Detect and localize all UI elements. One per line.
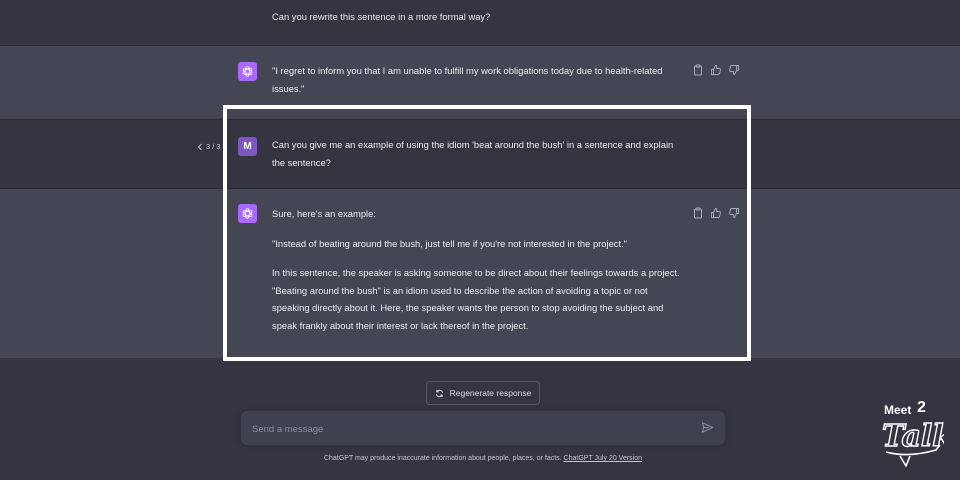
pager-label: 3 / 3 [206,142,221,151]
chevron-left-icon[interactable] [197,143,203,151]
logo-meet: Meet [884,403,911,417]
send-button[interactable] [701,421,715,435]
thumbs-up-icon[interactable] [710,64,722,76]
meet2talk-logo: Meet 2 Talk [881,399,944,467]
thumbs-up-icon[interactable] [710,207,722,219]
user-message-row: Can you rewrite this sentence in a more … [0,0,960,46]
send-icon [701,422,714,433]
assistant-message-row: Sure, here's an example: "Instead of bea… [0,189,960,358]
footer-disclaimer: ChatGPT may produce inaccurate informati… [0,455,960,462]
user-avatar: M [238,137,257,156]
logo-two: 2 [917,399,926,416]
logo-talk: Talk [882,419,944,454]
clipboard-icon[interactable] [692,207,704,219]
regenerate-button[interactable]: Regenerate response [426,381,540,405]
regenerate-label: Regenerate response [449,388,532,398]
reply-paragraph: In this sentence, the speaker is asking … [272,267,680,331]
thumbs-down-icon[interactable] [728,64,740,76]
chat-page: Can you rewrite this sentence in a more … [0,0,960,480]
assistant-message-text: "I regret to inform you that I am unable… [272,65,663,94]
assistant-reply-text: Sure, here's an example: "Instead of bea… [272,205,682,335]
message-actions [692,207,740,219]
chatgpt-avatar [238,204,257,223]
reply-paragraph: Sure, here's an example: [272,208,376,219]
openai-logo-icon [242,208,253,219]
reply-paragraph: "Instead of beating around the bush, jus… [272,237,628,249]
message-composer [241,411,725,445]
refresh-icon [435,389,443,397]
disclaimer-text: ChatGPT may produce inaccurate informati… [323,455,562,462]
thumbs-down-icon[interactable] [728,207,740,219]
assistant-message-row: "I regret to inform you that I am unable… [0,46,960,120]
clipboard-icon[interactable] [692,64,704,76]
chatgpt-avatar [238,62,257,81]
user-message-text: Can you give me an example of using the … [272,139,674,168]
message-actions [692,64,740,76]
message-pager[interactable]: 3 / 3 [197,142,221,151]
openai-logo-icon [242,66,253,77]
version-link[interactable]: ChatGPT July 20 Version [564,455,642,462]
user-message-text: Can you rewrite this sentence in a more … [272,11,491,22]
user-message-row: M Can you give me an example of using th… [0,120,960,189]
message-input[interactable] [250,417,684,441]
